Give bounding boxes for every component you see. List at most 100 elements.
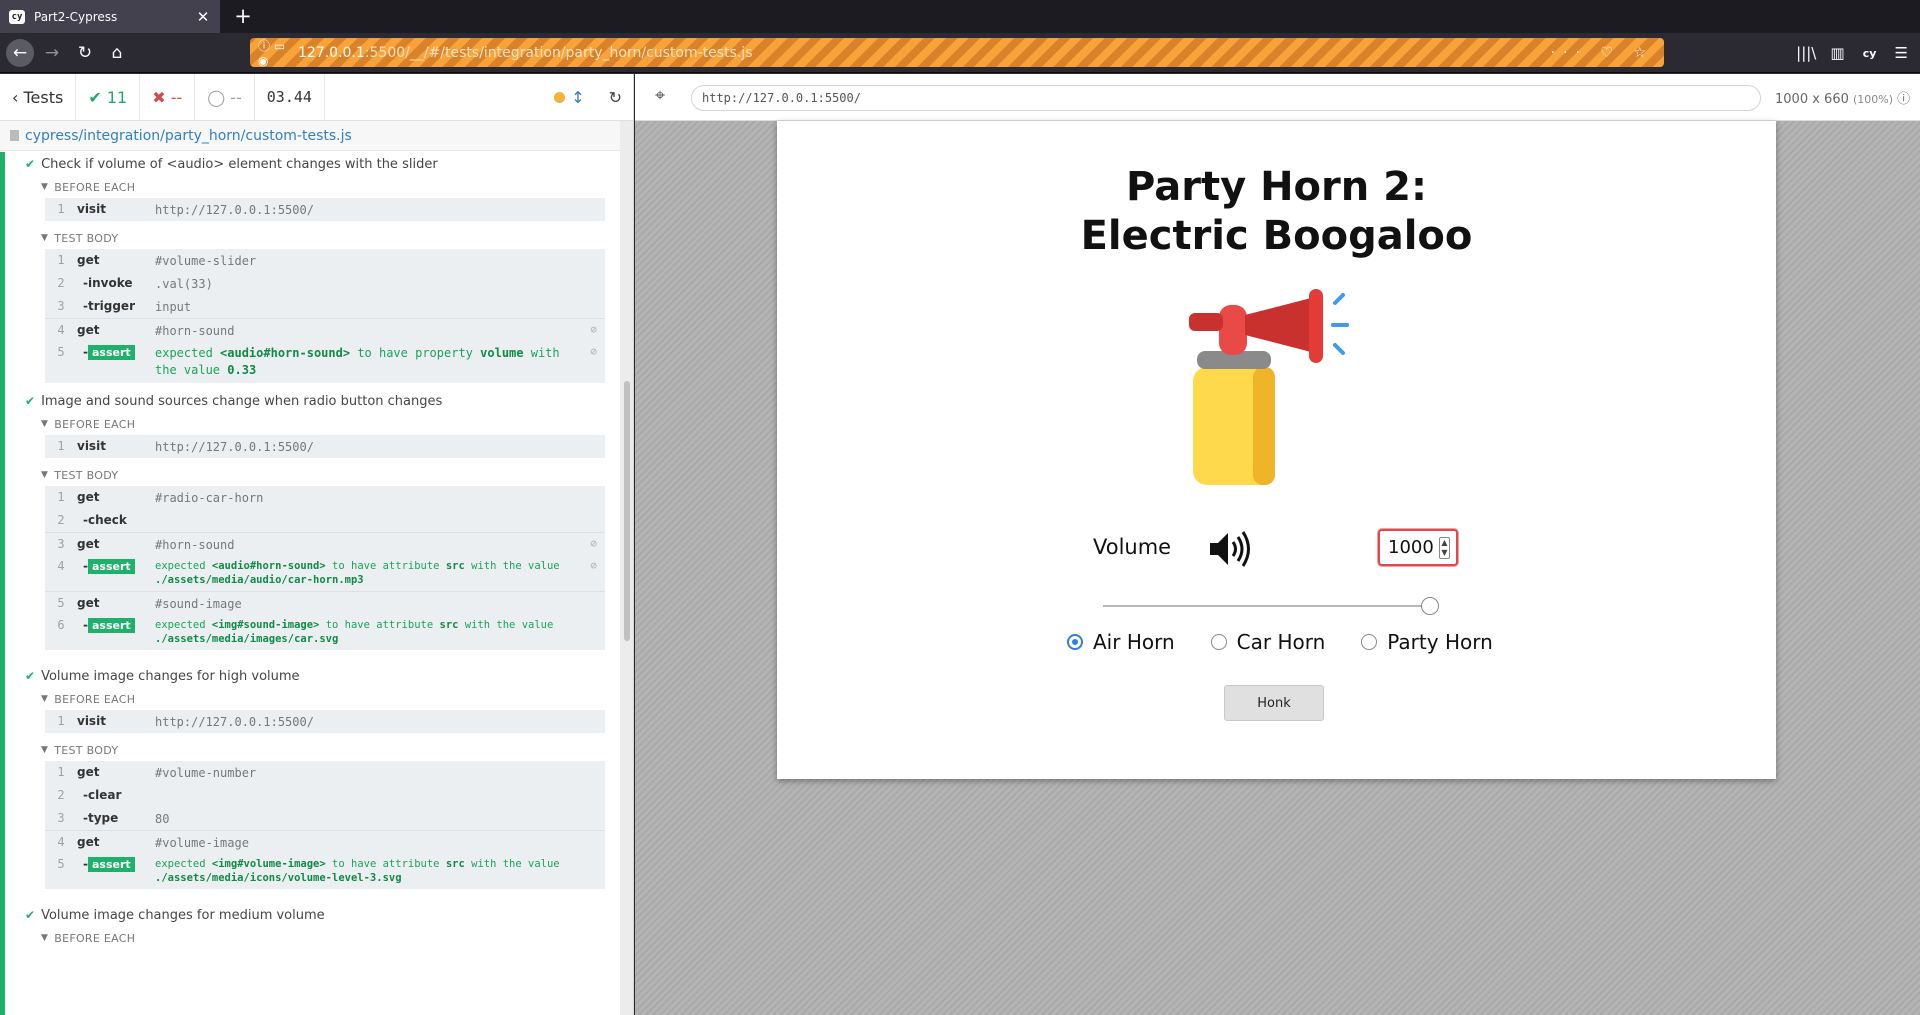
before-each-hook[interactable]: ▼ BEFORE EACH [41,176,620,198]
radio-car-horn[interactable]: Car Horn [1210,630,1325,654]
command-row[interactable]: 2 -invoke .val(33) [45,272,605,295]
toolbar-right: |||\ ▥ cy ☰ [1796,33,1920,73]
command-name: get [77,835,100,849]
scroll-arrows-icon: ↕ [571,87,585,107]
scrollbar-thumb[interactable] [624,381,630,641]
eye-slash-icon[interactable]: ⊘ [590,537,597,550]
radio-party-horn[interactable]: Party Horn [1361,630,1493,654]
command-number: 1 [57,439,65,453]
spinner-arrows-icon[interactable]: ▲ ▼ [1439,537,1450,559]
address-text[interactable]: 127.0.0.1:5500/__/#/tests/integration/pa… [298,45,1551,61]
command-name: get [77,490,100,504]
address-bar[interactable]: ⓘ ▭ ◉ 127.0.0.1:5500/__/#/tests/integrat… [250,37,1664,68]
test-body-hook[interactable]: ▼ TEST BODY [41,464,620,486]
home-button[interactable]: ⌂ [103,39,131,67]
command-row[interactable]: 1 get #radio-car-horn [45,486,605,509]
assert-text: expected [155,619,206,631]
assert-text: with the value [471,560,560,572]
tests-label: Tests [23,87,64,107]
info-icon[interactable]: ⓘ [1897,92,1910,107]
test-title-text: Check if volume of <audio> element chang… [41,156,438,172]
radio-circle-icon[interactable] [1210,634,1227,650]
test-item[interactable]: ✔ Image and sound sources change when rad… [25,389,620,650]
spec-path[interactable]: cypress/integration/party_horn/custom-te… [0,121,620,151]
tab-title: Part2-Cypress [34,9,118,24]
command-message: #horn-sound [155,324,235,338]
test-title[interactable]: ✔ Check if volume of <audio> element chan… [25,152,620,176]
menu-icon[interactable]: ☰ [1895,44,1908,62]
test-title-text: Volume image changes for high volume [41,668,300,684]
honk-button[interactable]: Honk [1224,685,1324,721]
command-row[interactable]: 3 -trigger input [45,295,605,318]
test-title[interactable]: ✔ Volume image changes for high volume [25,664,620,688]
before-each-hook[interactable]: ▼ BEFORE EACH [41,688,620,710]
volume-number-input[interactable]: 1000 ▲ ▼ [1378,529,1458,566]
page-actions-icon[interactable]: ··· ♡ ☆ [1551,45,1654,61]
command-row[interactable]: 1 get #volume-slider [45,249,605,272]
test-item[interactable]: ✔ Volume image changes for high volume ▼ B… [25,664,620,889]
file-icon [10,130,19,141]
rerun-button[interactable]: ↻ [597,74,633,121]
sidebar-icon[interactable]: ▥ [1830,44,1844,62]
radio-circle-icon[interactable] [1067,634,1083,650]
caret-down-icon: ▼ [41,419,49,429]
test-body-hook[interactable]: ▼ TEST BODY [41,227,620,249]
command-row[interactable]: 4 get #volume-image [45,830,605,853]
site-info-icon[interactable]: ⓘ ▭ ◉ [258,37,298,68]
hook-label: TEST BODY [54,743,119,757]
assert-subject: <img#volume-image> [211,858,326,870]
radio-air-horn[interactable]: Air Horn [1067,630,1175,654]
new-tab-icon[interactable]: + [231,4,255,28]
volume-slider[interactable] [1103,596,1439,616]
close-tab-icon[interactable]: ✕ [194,8,212,26]
command-row[interactable]: 2 -clear [45,784,605,807]
eye-slash-icon[interactable]: ⊘ [590,559,597,572]
assert-row[interactable]: 4 - assert expected <audio#horn-sound> to h… [45,555,605,591]
before-each-hook[interactable]: ▼ BEFORE EACH [41,413,620,435]
test-item[interactable]: ✔ Check if volume of <audio> element chan… [25,152,620,383]
library-icon[interactable]: |||\ [1796,44,1816,62]
assert-row[interactable]: 5 - assert expected <audio#horn-sound> to h… [45,341,605,383]
test-title-text: Volume image changes for medium volume [41,907,325,923]
command-number: 1 [57,253,65,267]
test-title[interactable]: ✔ Volume image changes for medium volume [25,903,620,927]
browser-tab[interactable]: cy Part2-Cypress ✕ [0,0,220,33]
command-row[interactable]: 1 visit http://127.0.0.1:5500/ [45,710,605,733]
command-row[interactable]: 4 get #horn-sound ⊘ [45,318,605,341]
assert-row[interactable]: 5 - assert expected <img#volume-image> to h… [45,853,605,889]
command-row[interactable]: 1 visit http://127.0.0.1:5500/ [45,198,605,221]
test-title[interactable]: ✔ Image and sound sources change when rad… [25,389,620,413]
slider-thumb[interactable] [1421,597,1439,615]
command-message: input [155,300,192,314]
reporter-scrollbar[interactable] [620,121,633,1015]
before-each-hook[interactable]: ▼ BEFORE EACH [41,927,620,949]
command-row[interactable]: 3 get #horn-sound ⊘ [45,532,605,555]
test-item[interactable]: ✔ Volume image changes for medium volume … [25,903,620,949]
eye-slash-icon[interactable]: ⊘ [590,323,597,336]
assert-property: src [439,619,459,631]
command-row[interactable]: 1 get #volume-number [45,761,605,784]
tests-button[interactable]: ‹ Tests [0,74,77,121]
command-row[interactable]: 1 visit http://127.0.0.1:5500/ [45,435,605,458]
url-host: 127.0.0.1 [298,44,365,61]
caret-down-icon: ▼ [41,233,49,243]
forward-button[interactable]: → [38,39,66,67]
selector-playground-icon[interactable]: ⌖ [655,85,665,106]
assert-row[interactable]: 6 - assert expected <img#sound-image> to ha… [45,614,605,650]
aut-url[interactable]: http://127.0.0.1:5500/ [691,85,1761,111]
command-row[interactable]: 2 -check [45,509,605,532]
reload-button[interactable]: ↻ [71,39,99,67]
test-body-hook[interactable]: ▼ TEST BODY [41,739,620,761]
command-row[interactable]: 5 get #sound-image [45,591,605,614]
command-number: 3 [57,811,65,825]
command-message: #radio-car-horn [155,491,264,505]
eye-slash-icon[interactable]: ⊘ [590,345,597,358]
back-arrow-icon: ← [12,43,28,63]
command-row[interactable]: 3 -type 80 [45,807,605,830]
cypress-extension-icon[interactable]: cy [1859,42,1881,64]
passed-value: 11 [106,87,128,107]
radio-circle-icon[interactable] [1361,634,1378,650]
auto-scroll-toggle[interactable]: ↕ [542,74,596,121]
assert-subject: <img#sound-image> [211,619,320,631]
back-button[interactable]: ← [6,39,34,67]
